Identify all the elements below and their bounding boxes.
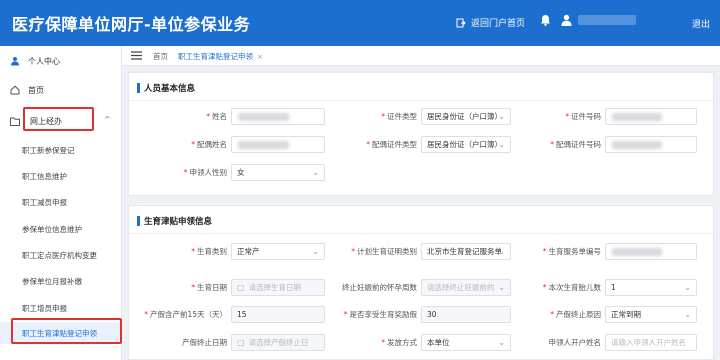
birth-date-picker[interactable]: ▢ 请选择生育日期 xyxy=(231,279,325,296)
sidebar-item-label: 首页 xyxy=(28,85,44,95)
highlight-box-birth-allowance xyxy=(11,318,122,344)
chevron-down-icon: ⌄ xyxy=(498,112,505,121)
leave-end-picker[interactable]: ▢ 请选择产假终止日 xyxy=(231,334,325,351)
sidebar-sub-item[interactable]: 职工定点医疗机构变更 xyxy=(0,244,122,266)
id-number-field[interactable] xyxy=(605,108,697,125)
plan-cert-select[interactable]: 北京市生育登记服务单 ⌄ xyxy=(421,243,511,260)
pregnancy-weeks-select[interactable]: 请选择终止妊娠前的 ⌄ xyxy=(421,279,511,296)
sidebar: 个人中心 首页 网上经办 ^ 职工新参保登记 职工信息维护 职工减员申报 参保单… xyxy=(0,46,122,360)
pregnancy-weeks-label: 终止妊娠前的怀孕周数 xyxy=(342,283,417,292)
service-no-label: * 生育服务单编号 xyxy=(542,247,601,256)
chevron-down-icon: ⌄ xyxy=(498,338,505,347)
name-field[interactable] xyxy=(231,108,325,125)
sidebar-item-home[interactable]: 首页 xyxy=(0,79,122,101)
tab-home[interactable]: 首页 xyxy=(153,51,168,62)
prenatal-days-label: * 产假含产前15天（天） xyxy=(144,310,227,319)
spouse-id-type-label: * 配偶证件类型 xyxy=(366,140,417,149)
id-type-select[interactable]: 居民身份证（户口簿） ⌄ xyxy=(421,108,511,125)
sidebar-sub-item[interactable]: 参保单位月报补缴 xyxy=(0,270,122,292)
sidebar-item-label: 个人中心 xyxy=(28,56,60,66)
account-name-label: 申领人开户姓名 xyxy=(548,338,602,347)
account-name-field[interactable]: 请输入申领人开户姓名 xyxy=(605,334,697,351)
service-no-field[interactable] xyxy=(605,243,697,260)
leave-reason-label: * 产假终止原因 xyxy=(550,310,601,319)
sidebar-item-personal-center[interactable]: 个人中心 xyxy=(0,50,122,72)
menu-toggle-icon[interactable] xyxy=(131,51,142,62)
sidebar-sub-item[interactable]: 职工减员申报 xyxy=(0,191,122,213)
spouse-id-number-field[interactable] xyxy=(605,136,697,153)
chevron-up-icon: ^ xyxy=(104,115,111,124)
section-title: 生育津贴申领信息 xyxy=(137,215,212,227)
pay-method-label: * 发放方式 xyxy=(381,338,417,347)
allowance-info-panel: 生育津贴申领信息 * 生育类别 正常产 ⌄ * 计划生育证明类别 北京市生育登记服务单… xyxy=(128,205,714,360)
user-menu[interactable] xyxy=(561,14,636,26)
spouse-name-field[interactable] xyxy=(231,136,325,153)
pay-method-select[interactable]: 本单位 ⌄ xyxy=(421,334,511,351)
id-number-label: * 证件号码 xyxy=(565,112,601,121)
notification-bell-icon[interactable] xyxy=(540,14,551,28)
award-leave-field[interactable]: 30 xyxy=(421,306,511,323)
person-icon xyxy=(10,56,20,66)
chevron-down-icon: ⌄ xyxy=(312,247,319,256)
sidebar-sub-item[interactable]: 职工增员申报 xyxy=(0,297,122,319)
chevron-down-icon: ⌄ xyxy=(684,283,691,292)
sidebar-sub-item[interactable]: 职工信息维护 xyxy=(0,165,122,187)
prenatal-days-field[interactable]: 15 xyxy=(231,306,325,323)
top-header: 医疗保障单位网厅-单位参保业务 返回门户首页 退出 xyxy=(0,0,720,46)
award-leave-label: * 是否享受生育奖励假 xyxy=(343,310,417,319)
return-portal-link[interactable]: 返回门户首页 xyxy=(456,16,525,29)
leave-reason-select[interactable]: 正常到期 ⌄ xyxy=(605,306,697,323)
name-label: * 姓名 xyxy=(206,112,227,121)
highlight-box-online-agent xyxy=(23,107,94,131)
calendar-icon: ▢ xyxy=(237,338,245,347)
exit-portal-icon xyxy=(456,18,466,27)
birth-type-label: * 生育类别 xyxy=(191,247,227,256)
gender-label: * 申领人性别 xyxy=(183,168,227,177)
birth-type-select[interactable]: 正常产 ⌄ xyxy=(231,243,325,260)
id-type-label: * 证件类型 xyxy=(381,112,417,121)
personnel-info-panel: 人员基本信息 * 姓名 * 证件类型 居民身份证（户口簿） ⌄ * 证件号码 * 配偶姓名… xyxy=(128,72,714,196)
user-icon xyxy=(561,14,572,26)
sidebar-sub-item[interactable]: 参保单位信息维护 xyxy=(0,218,122,240)
chevron-down-icon: ⌄ xyxy=(498,140,505,149)
tab-bar: 首页 职工生育津贴登记申领 × xyxy=(122,46,720,66)
spouse-id-type-select[interactable]: 居民身份证（户口簿） ⌄ xyxy=(421,136,511,153)
sidebar-sub-item[interactable]: 职工新参保登记 xyxy=(0,139,122,161)
spouse-id-number-label: * 配偶证件号码 xyxy=(550,140,601,149)
spouse-name-label: * 配偶姓名 xyxy=(191,140,227,149)
tab-label: 职工生育津贴登记申领 xyxy=(178,52,253,61)
folder-icon xyxy=(10,117,20,126)
births-count-select[interactable]: 1 ⌄ xyxy=(605,279,697,296)
close-icon[interactable]: × xyxy=(257,53,263,61)
chevron-down-icon: ⌄ xyxy=(498,247,505,256)
leave-end-label: 产假终止日期 xyxy=(182,338,227,347)
app-title: 医疗保障单位网厅-单位参保业务 xyxy=(12,15,251,34)
home-icon xyxy=(10,85,20,95)
logout-link[interactable]: 退出 xyxy=(692,17,710,30)
chevron-down-icon: ⌄ xyxy=(684,310,691,319)
chevron-down-icon: ⌄ xyxy=(312,168,319,177)
return-portal-label: 返回门户首页 xyxy=(471,19,526,29)
plan-cert-label: * 计划生育证明类别 xyxy=(351,247,417,256)
birth-date-label: * 生育日期 xyxy=(191,283,227,292)
calendar-icon: ▢ xyxy=(237,283,245,292)
user-name-redacted xyxy=(578,15,636,25)
section-title: 人员基本信息 xyxy=(137,82,195,94)
chevron-down-icon: ⌄ xyxy=(498,283,505,292)
births-count-label: * 本次生育胎儿数 xyxy=(542,283,601,292)
gender-select[interactable]: 女 ⌄ xyxy=(231,164,325,181)
tab-birth-allowance[interactable]: 职工生育津贴登记申领 × xyxy=(174,50,267,63)
